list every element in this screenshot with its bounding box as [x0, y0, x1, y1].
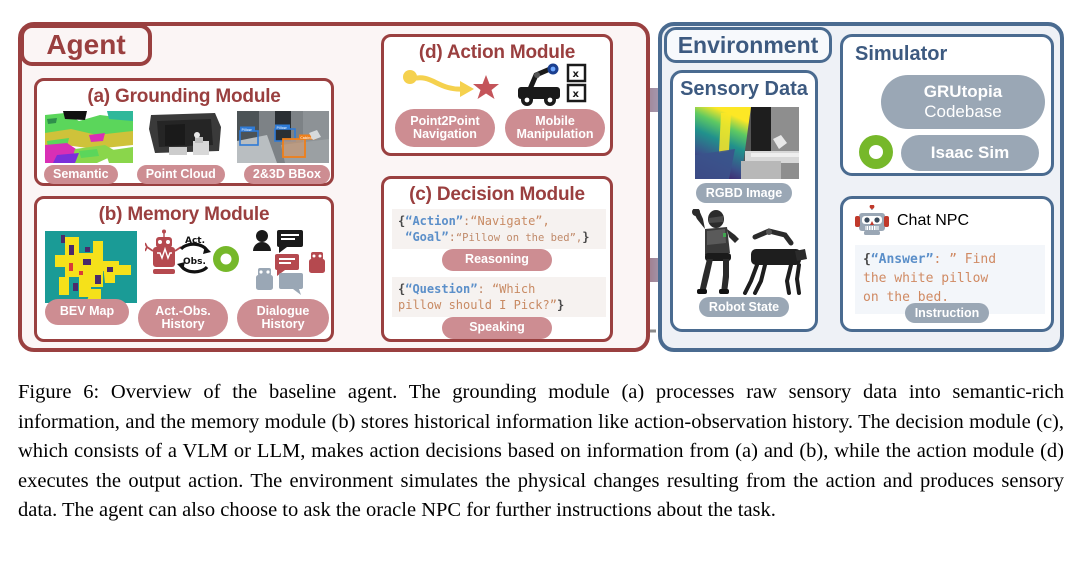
bev-map-thumbnail: [45, 231, 137, 303]
npc-brace-open: {: [863, 252, 871, 267]
sensory-pill-robot-state[interactable]: Robot State: [698, 297, 790, 317]
sensory-data-title: Sensory Data: [680, 78, 808, 100]
memory-pill-bev-map[interactable]: BEV Map: [45, 299, 129, 325]
humanoid-and-quadruped-icon: [692, 209, 807, 295]
grounding-pill-point-cloud[interactable]: Point Cloud: [136, 165, 225, 185]
chat-npc-module: Chat NPC {“Answer”: ” Find the white pil…: [840, 196, 1054, 332]
environment-title-label: Environment: [677, 31, 819, 58]
nvidia-omniverse-green-ring-icon: [859, 135, 893, 169]
code-brace-close-2: }: [556, 298, 565, 313]
action-pill-mobile-manipulation[interactable]: Mobile Manipulation: [505, 109, 605, 147]
code-value-question-2: pillow should I Pick?”: [398, 298, 557, 313]
svg-text:x: x: [573, 89, 580, 100]
memory-pill-act-obs-history[interactable]: Act.-Obs. History: [138, 299, 228, 337]
npc-colon: :: [933, 252, 942, 267]
action-module-title: (d) Action Module: [418, 42, 576, 63]
npc-answer-line1: ” Find: [949, 252, 997, 267]
code-value-goal: “Pillow on the bed”,: [455, 232, 583, 245]
decision-reasoning-code: {“Action”:“Navigate”, “Goal”:“Pillow on …: [392, 209, 606, 250]
rgbd-depth-thumbnail: [695, 107, 799, 179]
memory-pill-dialogue-history[interactable]: Dialogue History: [237, 299, 329, 337]
robot-head-icon: [855, 205, 889, 235]
svg-text:Act.: Act.: [185, 236, 205, 246]
code-key-question: “Question”: [405, 282, 478, 296]
code-brace-close-1: }: [582, 230, 590, 245]
memory-pill-act-obs-line2: History: [161, 317, 205, 331]
grounding-pill-bbox[interactable]: 2&3D BBox: [243, 165, 330, 185]
svg-text:Pillow: Pillow: [242, 128, 252, 132]
decision-module-title: (c) Decision Module: [409, 184, 585, 205]
code-key-action: “Action”: [405, 214, 464, 228]
decision-module: (c) Decision Module {“Action”:“Navigate”…: [381, 176, 613, 342]
action-module: (d) Action Module x x Point2Point Naviga…: [381, 34, 613, 156]
agent-title-label: Agent: [46, 29, 126, 60]
svg-text:Pillow: Pillow: [277, 126, 287, 130]
act-obs-cycle-icon: Act. Obs.: [145, 229, 239, 274]
grounding-module-title: (a) Grounding Module: [87, 86, 281, 107]
memory-module-title: (b) Memory Module: [98, 204, 270, 225]
action-pill-nav-line2: Navigation: [413, 127, 477, 141]
decision-speaking-code: {“Question”: “Which pillow should I Pick…: [392, 277, 606, 318]
chat-npc-pill-instruction[interactable]: Instruction: [904, 303, 990, 323]
memory-pill-dialogue-line2: History: [261, 317, 305, 331]
bounding-box-thumbnail: Pillow Pillow Cabinet: [237, 111, 329, 163]
svg-text:x: x: [573, 69, 580, 80]
code-value-navigate: “Navigate”,: [470, 214, 550, 228]
npc-key-answer: “Answer”: [870, 252, 934, 267]
simulator-pill-isaac-sim[interactable]: Isaac Sim: [901, 135, 1039, 171]
action-pill-point2point-navigation[interactable]: Point2Point Navigation: [395, 109, 495, 147]
decision-pill-reasoning[interactable]: Reasoning: [442, 249, 552, 271]
path-to-star-icon: [403, 70, 499, 99]
simulator-grutopia-line1: GRUtopia: [923, 82, 1003, 102]
sensory-data-module: Sensory Data RGBD Image Robot State: [670, 70, 818, 332]
figure-caption: Figure 6: Overview of the baseline agent…: [18, 378, 1064, 526]
simulator-grutopia-line2: Codebase: [924, 102, 1002, 121]
decision-pill-speaking[interactable]: Speaking: [442, 317, 552, 339]
chat-npc-title: Chat NPC: [897, 212, 970, 229]
point-cloud-thumbnail: [141, 111, 229, 163]
environment-title-tag: Environment: [664, 27, 832, 63]
figure-root: Agent (a) Grounding Module Pillow Pillow…: [0, 0, 1080, 564]
simulator-title: Simulator: [855, 43, 948, 65]
simulator-pill-grutopia-codebase[interactable]: GRUtopia Codebase: [881, 75, 1045, 129]
code-colon-3: :: [477, 282, 485, 296]
code-key-goal: “Goal”: [405, 230, 449, 245]
semantic-segmentation-thumbnail: [45, 111, 133, 163]
agent-title-tag: Agent: [20, 24, 152, 66]
svg-text:Obs.: Obs.: [183, 257, 206, 267]
npc-answer-line2: the white pillow: [863, 270, 989, 286]
figure-caption-text: Figure 6: Overview of the baseline agent…: [18, 381, 1064, 521]
diagram-canvas: Agent (a) Grounding Module Pillow Pillow…: [0, 0, 1080, 360]
grounding-pill-semantic[interactable]: Semantic: [44, 165, 118, 185]
mobile-manipulator-icon: x x: [518, 63, 587, 106]
code-colon-2: :: [448, 230, 456, 245]
grounding-module: (a) Grounding Module Pillow Pillow Cabin…: [34, 78, 334, 186]
action-pill-manip-line2: Manipulation: [516, 127, 594, 141]
code-value-question-1: “Which: [491, 282, 536, 296]
dialogue-bubbles-icon: [253, 230, 325, 295]
memory-module: (b) Memory Module Act. Obs. BEV Map Act.…: [34, 196, 334, 342]
simulator-module: Simulator GRUtopia Codebase Isaac Sim: [840, 34, 1054, 176]
sensory-pill-rgbd-image[interactable]: RGBD Image: [695, 183, 793, 203]
